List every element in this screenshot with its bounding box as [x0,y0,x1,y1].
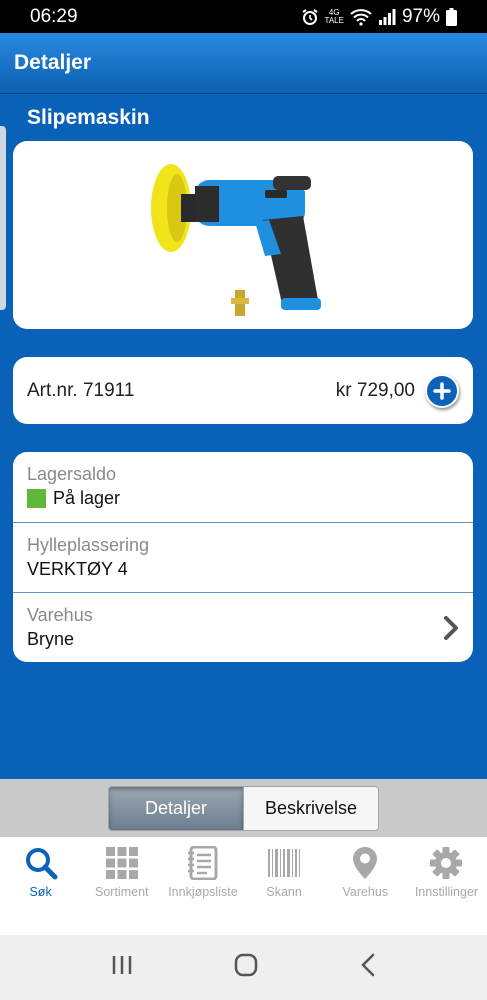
tab-bar: Søk Sortiment Innkjøpsliste Skann Varehu… [0,837,487,935]
shelf-value: VERKTØY 4 [27,559,128,579]
app-header: Detaljer [0,33,487,94]
clock: 06:29 [30,5,78,27]
stock-info-card: Lagersaldo På lager Hylleplassering VERK… [13,452,473,662]
product-image-card [13,141,473,329]
segment-details[interactable]: Detaljer [109,786,243,830]
shelf-location-row: Hylleplassering VERKTØY 4 [13,522,473,592]
home-button[interactable] [234,953,258,982]
warehouse-label: Varehus [27,605,93,625]
warehouse-value: Bryne [27,629,75,649]
tab-search[interactable]: Søk [0,845,81,935]
side-drawer-handle[interactable] [0,126,6,310]
stock-label: Lagersaldo [27,464,117,484]
tab-label: Innkjøpsliste [168,885,238,899]
battery-percent: 97% [401,5,440,27]
price-card: Art.nr. 71911 kr 729,00 [13,357,473,424]
alarm-icon [301,8,319,26]
tab-assortment[interactable]: Sortiment [81,845,162,935]
gear-icon [429,845,463,881]
battery-icon [446,7,457,26]
tab-label: Innstillinger [414,885,479,899]
tab-settings[interactable]: Innstillinger [406,845,487,935]
product-image [151,164,321,316]
grid-icon [105,845,139,881]
segment-bar: Detaljer Beskrivelse [0,779,487,837]
tab-label: Varehus [342,885,389,899]
warehouse-row[interactable]: Varehus Bryne [13,592,473,662]
tab-label: Søk [29,885,52,899]
segment-control: Detaljer Beskrivelse [108,785,379,831]
recent-apps-button[interactable] [111,955,133,980]
stock-status-row: Lagersaldo På lager [13,452,473,522]
chevron-right-icon [443,615,459,646]
article-number: Art.nr. 71911 [27,379,135,401]
tab-scan[interactable]: Skann [244,845,325,935]
location-pin-icon [352,845,378,881]
add-to-list-button[interactable] [425,373,459,408]
plus-icon [433,381,451,400]
search-icon [24,845,58,881]
shelf-label: Hylleplassering [27,535,150,555]
network-type: 4G TALE [324,7,344,25]
stock-value: På lager [53,488,121,508]
tab-shopping-list[interactable]: Innkjøpsliste [162,845,243,935]
tab-warehouse[interactable]: Varehus [325,845,406,935]
back-button[interactable] [360,953,376,982]
barcode-icon [267,845,301,881]
stock-indicator [27,488,46,508]
price: kr 729,00 [335,379,415,401]
wifi-icon [350,8,372,26]
product-title: Slipemaskin [27,106,150,129]
segment-description[interactable]: Beskrivelse [243,786,378,830]
signal-icon [378,8,396,25]
tab-label: Skann [266,885,302,899]
tab-label: Sortiment [95,885,149,899]
system-nav-bar [0,935,487,1000]
status-bar: 06:29 4G TALE 97% [0,0,487,33]
notebook-icon [187,845,218,881]
page-title: Detaljer [14,51,92,74]
